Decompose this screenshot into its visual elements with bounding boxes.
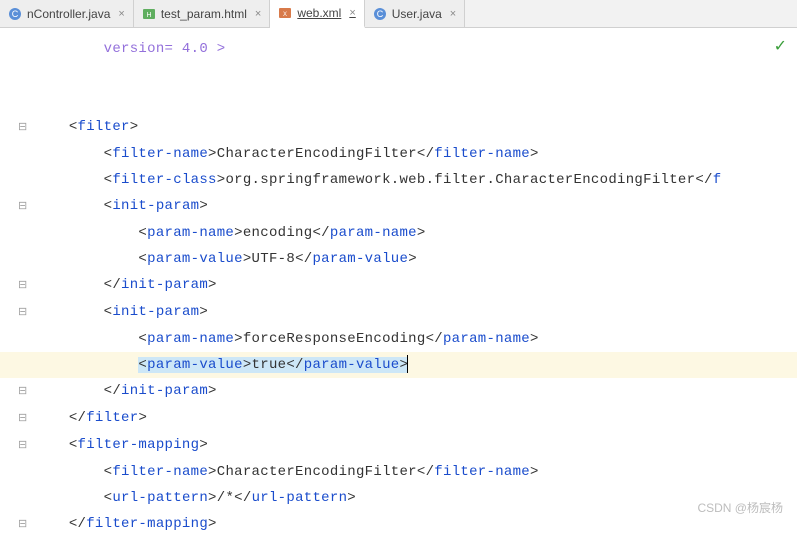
code-line-active: <param-value>true</param-value>	[0, 352, 797, 378]
tab-label: User.java	[392, 7, 442, 21]
code-line: ⊟ </init-param>	[0, 272, 797, 299]
java-class-icon: C	[373, 7, 387, 21]
code-line	[0, 62, 797, 88]
svg-text:X: X	[283, 12, 287, 18]
html-file-icon: H	[142, 7, 156, 21]
svg-text:C: C	[377, 9, 384, 19]
code-line: ⊟ </filter-mapping>	[0, 511, 797, 538]
code-line: <param-value>UTF-8</param-value>	[0, 246, 797, 272]
code-line: ⊟ <filter-mapping>	[0, 432, 797, 459]
watermark-text: CSDN @杨宸杨	[697, 499, 783, 516]
text-caret	[407, 355, 408, 373]
tab-label: test_param.html	[161, 7, 247, 21]
close-icon[interactable]: ×	[450, 8, 456, 20]
code-line: ⊟ <filter>	[0, 114, 797, 141]
close-icon[interactable]: ×	[118, 8, 124, 20]
svg-text:H: H	[146, 12, 151, 19]
fold-icon[interactable]: ⊟	[18, 440, 28, 452]
editor-tab-bar: C nController.java × H test_param.html ×…	[0, 0, 797, 28]
svg-text:C: C	[12, 9, 19, 19]
code-line: ⊟ </init-param>	[0, 378, 797, 405]
tab-ncontroller-java[interactable]: C nController.java ×	[0, 0, 134, 27]
java-class-icon: C	[8, 7, 22, 21]
code-line: <param-name>encoding</param-name>	[0, 220, 797, 246]
close-icon[interactable]: ×	[255, 8, 261, 20]
fold-icon[interactable]: ⊟	[18, 201, 28, 213]
tab-label: web.xml	[297, 6, 341, 20]
code-line: ⊟ </filter>	[0, 405, 797, 432]
code-line: <filter-name>CharacterEncodingFilter</fi…	[0, 459, 797, 485]
code-line: <filter-class>org.springframework.web.fi…	[0, 167, 797, 193]
fold-icon[interactable]: ⊟	[18, 386, 28, 398]
tab-label: nController.java	[27, 7, 110, 21]
tab-web-xml[interactable]: X web.xml ×	[270, 0, 364, 28]
code-line: <filter-name>CharacterEncodingFilter</fi…	[0, 141, 797, 167]
tab-user-java[interactable]: C User.java ×	[365, 0, 465, 27]
fold-icon[interactable]: ⊟	[18, 307, 28, 319]
code-line: <url-pattern>/*</url-pattern>	[0, 485, 797, 511]
fold-icon[interactable]: ⊟	[18, 519, 28, 531]
code-line: ⊟ <init-param>	[0, 193, 797, 220]
xml-file-icon: X	[278, 6, 292, 20]
fold-icon[interactable]: ⊟	[18, 122, 28, 134]
code-line	[0, 88, 797, 114]
code-line: <param-name>forceResponseEncoding</param…	[0, 326, 797, 352]
close-icon[interactable]: ×	[349, 7, 355, 19]
fold-icon[interactable]: ⊟	[18, 413, 28, 425]
tab-test-param-html[interactable]: H test_param.html ×	[134, 0, 270, 27]
code-editor[interactable]: version= 4.0 > ⊟ <filter> <filter-name>C…	[0, 28, 797, 538]
code-line: ⊟ <init-param>	[0, 299, 797, 326]
code-line: version= 4.0 >	[0, 36, 797, 62]
fold-icon[interactable]: ⊟	[18, 280, 28, 292]
